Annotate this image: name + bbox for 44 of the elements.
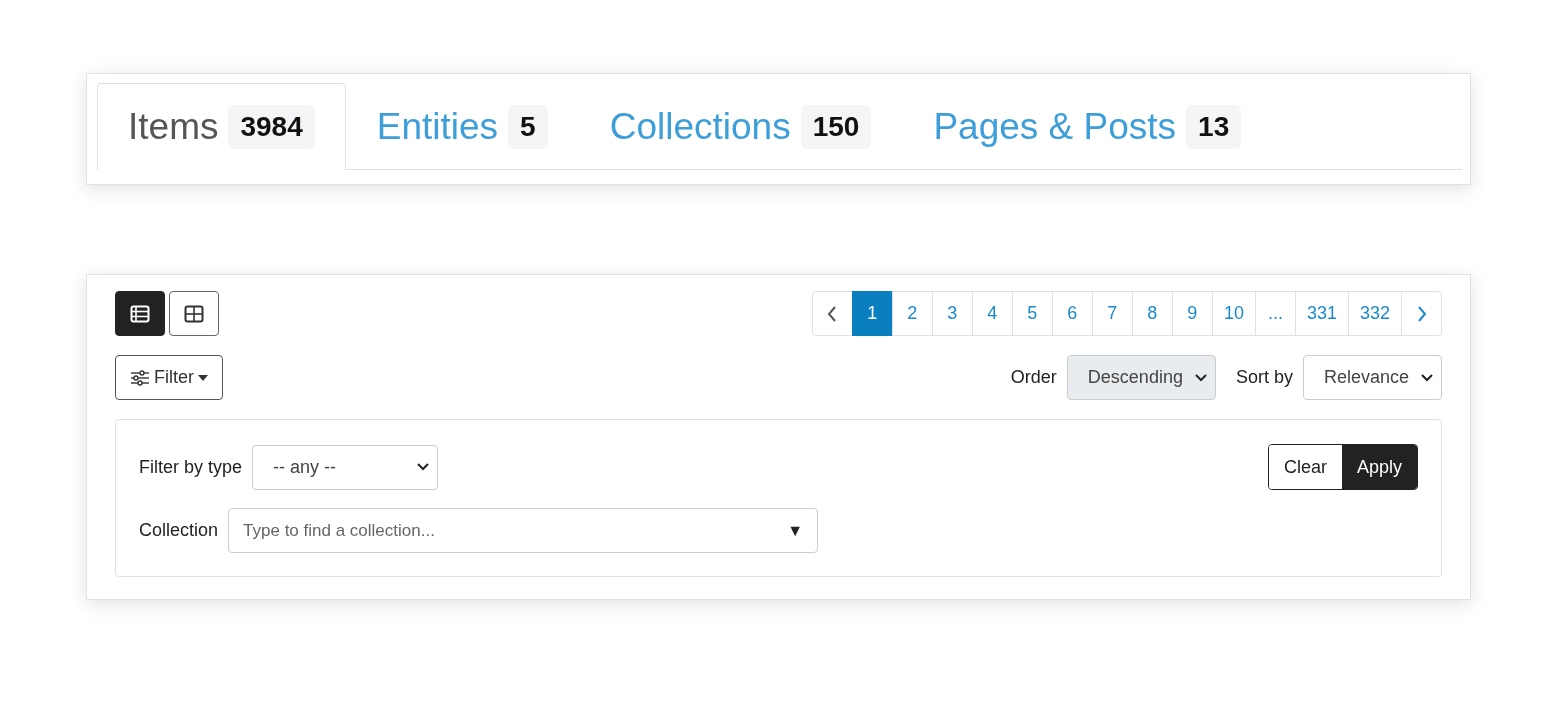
sort-by-label: Sort by [1235,367,1293,388]
filter-by-type-label: Filter by type [139,456,243,478]
sort-select[interactable]: Relevance [1302,355,1442,400]
chevron-down-icon [417,463,430,471]
collection-label: Collection [139,520,219,541]
collection-field[interactable]: Type to find a collection... ▼ [228,508,819,553]
page-button[interactable]: 2 [891,291,933,336]
count-badge: 150 [800,105,872,149]
grid-icon [184,304,204,323]
page-button[interactable]: 9 [1171,291,1213,336]
chevron-right-icon [1416,305,1427,322]
chevron-left-icon [827,305,838,322]
list-icon [130,304,150,323]
chevron-down-icon [1421,373,1433,382]
page-button[interactable]: 331 [1294,291,1349,336]
page-button[interactable]: 10 [1211,291,1256,336]
page-button[interactable]: 332 [1347,291,1402,336]
page-button[interactable]: 4 [971,291,1013,336]
count-badge: 13 [1186,105,1242,149]
count-badge: 3984 [228,105,315,149]
page-button[interactable]: ... [1254,291,1296,336]
page-button[interactable]: 7 [1091,291,1133,336]
previous-page-button[interactable] [811,291,853,336]
order-label: Order [1010,367,1057,388]
tab[interactable]: Items 3984 [97,83,346,170]
page-button[interactable]: 1 [851,291,893,336]
page-button[interactable]: 8 [1131,291,1173,336]
grid-view-button[interactable] [169,291,219,336]
caret-icon [198,374,208,381]
filter-button[interactable]: Filter [115,355,223,400]
chevron-down-icon [1194,373,1207,382]
count-badge: 5 [508,105,548,149]
apply-button[interactable]: Apply [1341,445,1417,489]
dropdown-caret: ▼ [787,521,804,540]
sliders-icon [130,369,150,386]
tab[interactable]: Entities 5 [345,83,579,170]
page-button[interactable]: 6 [1051,291,1093,336]
tab[interactable]: Collections 150 [578,83,903,170]
tab[interactable]: Pages & Posts 13 [902,83,1273,170]
order-select[interactable]: Descending [1066,355,1216,400]
page-button[interactable]: 3 [931,291,973,336]
page-button[interactable]: 5 [1011,291,1053,336]
type-select[interactable]: -- any -- [252,444,439,490]
list-view-button[interactable] [115,291,165,336]
